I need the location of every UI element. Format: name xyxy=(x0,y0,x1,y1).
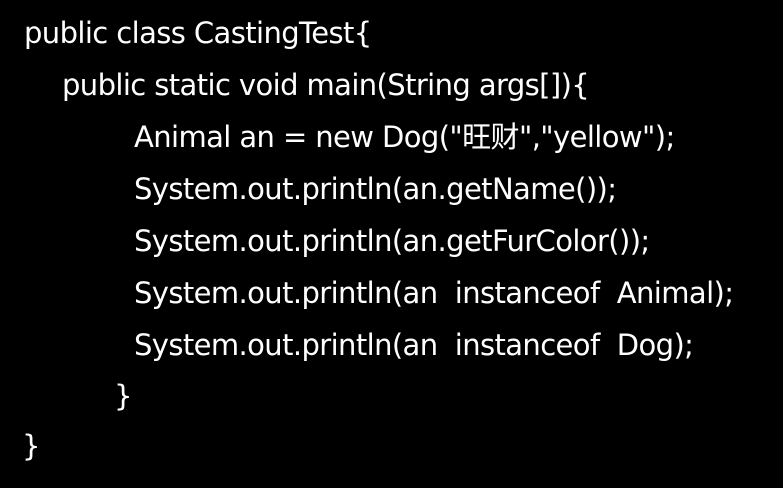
code-line-method-close-brace: } xyxy=(114,379,132,413)
code-line-print-name: System.out.println(an.getName()); xyxy=(134,172,617,206)
code-line-main-method: public static void main(String args[]){ xyxy=(62,68,590,102)
code-line-animal-instantiation: Animal an = new Dog("旺财","yellow"); xyxy=(134,120,675,154)
code-line-class-close-brace: } xyxy=(22,429,40,463)
code-line-instanceof-dog: System.out.println(an instanceof Dog); xyxy=(134,328,694,362)
code-line-instanceof-animal: System.out.println(an instanceof Animal)… xyxy=(134,276,734,310)
code-line-print-fur-color: System.out.println(an.getFurColor()); xyxy=(134,224,650,258)
code-line-class-declaration: public class CastingTest{ xyxy=(24,16,372,50)
code-slide: public class CastingTest{ public static … xyxy=(0,0,783,488)
